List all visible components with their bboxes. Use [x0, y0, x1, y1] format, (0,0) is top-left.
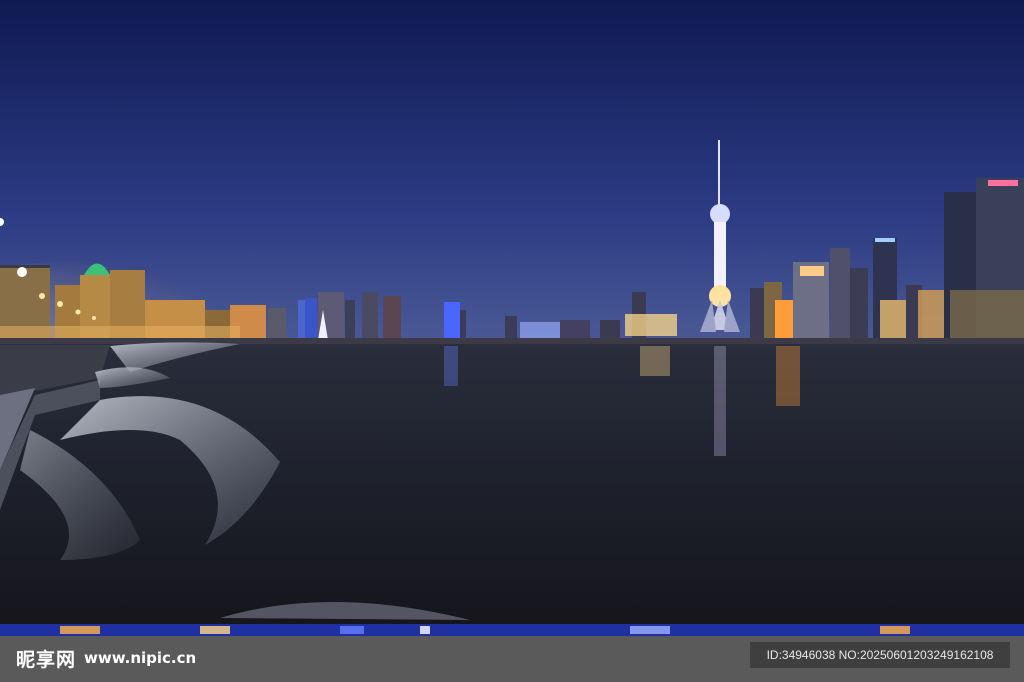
site-name: 昵享网: [16, 648, 77, 671]
watermark-bar: 昵享网 www.nipic.cn ID:34946038 NO:20250601…: [0, 636, 1024, 682]
site-url: www.nipic.cn: [84, 649, 197, 667]
site-logo: 昵享网 www.nipic.cn: [16, 644, 196, 672]
river: [0, 340, 1024, 636]
skyline-photo: [0, 0, 1024, 636]
image-id-label: ID:34946038 NO:20250601203249162108: [750, 642, 1010, 668]
